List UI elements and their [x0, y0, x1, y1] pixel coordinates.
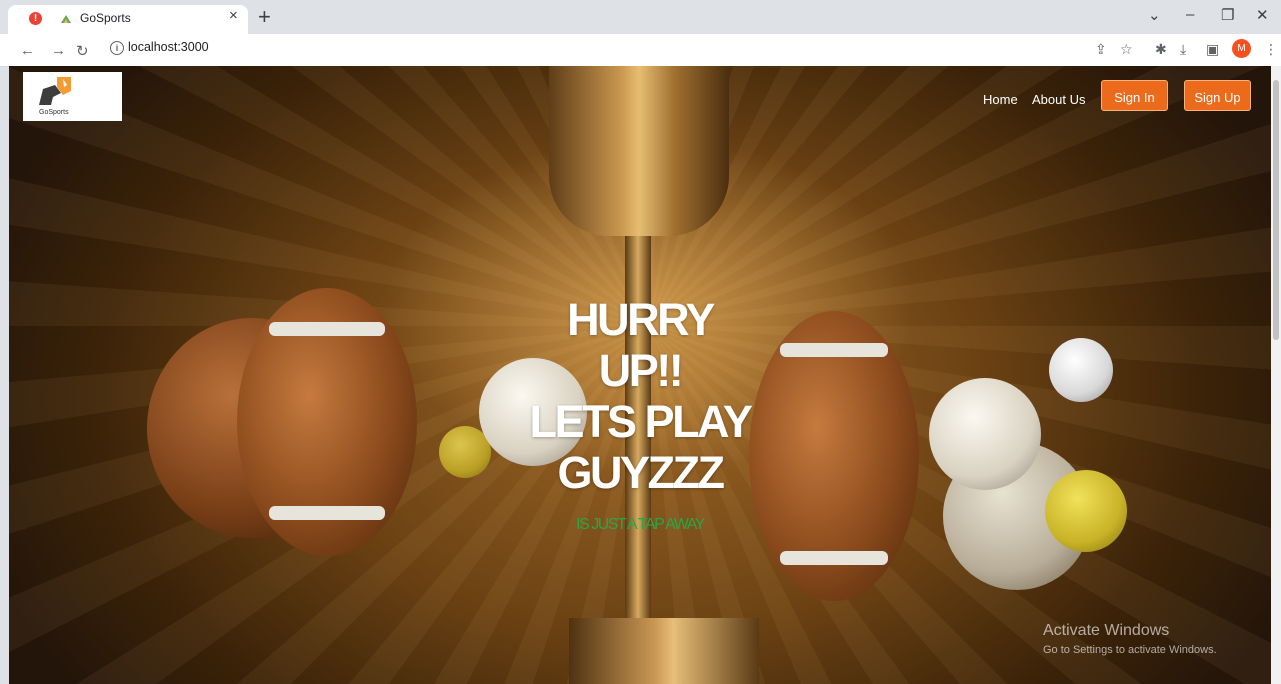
site-logo[interactable]: GoSports	[23, 72, 122, 121]
url-text[interactable]: localhost:3000	[128, 40, 209, 54]
hero-line: GUYZZZ	[557, 447, 725, 498]
page-viewport: GoSports Home About Us Sign In Sign Up H…	[9, 66, 1271, 684]
close-window-icon[interactable]: ✕	[1256, 6, 1269, 24]
error-icon: !	[29, 12, 42, 25]
gosports-favicon-icon	[61, 15, 71, 23]
hero-line: LETS PLAY	[529, 396, 753, 447]
logo-hand-icon	[39, 77, 71, 105]
sign-in-button[interactable]: Sign In	[1101, 80, 1168, 111]
bookmark-star-icon[interactable]: ☆	[1120, 41, 1133, 58]
back-icon[interactable]: ←	[20, 42, 35, 59]
nav-about-link[interactable]: About Us	[1032, 92, 1085, 107]
address-bar[interactable]	[98, 38, 1268, 62]
menu-kebab-icon[interactable]: ⋮	[1264, 41, 1278, 58]
extensions-icon[interactable]: ✱	[1155, 41, 1167, 58]
activate-windows-watermark: Activate Windows Go to Settings to activ…	[1043, 622, 1217, 656]
football-stripe	[779, 551, 889, 565]
forward-icon[interactable]: →	[51, 42, 66, 59]
trophy-base	[569, 618, 759, 684]
watermark-subtitle: Go to Settings to activate Windows.	[1043, 644, 1217, 656]
tab-close-button[interactable]: ×	[229, 7, 238, 24]
hero-tagline: IS JUST A TAP AWAY	[576, 516, 705, 533]
nav-home-link[interactable]: Home	[983, 92, 1018, 107]
sign-up-button[interactable]: Sign Up	[1184, 80, 1251, 111]
side-panel-icon[interactable]: ▣	[1206, 41, 1219, 58]
tab-title: GoSports	[80, 11, 131, 25]
watermark-title: Activate Windows	[1043, 622, 1170, 639]
restore-icon[interactable]: ❐	[1221, 6, 1234, 24]
share-icon[interactable]: ⇪	[1095, 41, 1107, 58]
new-tab-button[interactable]: +	[258, 4, 271, 30]
reload-icon[interactable]: ↻	[76, 42, 89, 60]
hero-heading: HURRY UP!! LETS PLAY GUYZZZ	[9, 294, 1271, 498]
minimize-icon[interactable]: –	[1186, 6, 1194, 23]
hero-line: HURRY	[567, 294, 715, 345]
hero-line: UP!!	[598, 345, 684, 396]
trophy-cup	[549, 66, 729, 236]
download-icon[interactable]: ⤓	[1180, 41, 1186, 58]
scrollbar-thumb[interactable]	[1273, 80, 1279, 340]
tab-strip: ! GoSports × + ⌄ – ❐ ✕	[0, 0, 1281, 34]
profile-avatar[interactable]: M	[1232, 39, 1251, 58]
tab-search-icon[interactable]: ⌄	[1148, 6, 1161, 24]
site-info-icon[interactable]: i	[110, 41, 124, 55]
logo-text: GoSports	[39, 109, 69, 116]
